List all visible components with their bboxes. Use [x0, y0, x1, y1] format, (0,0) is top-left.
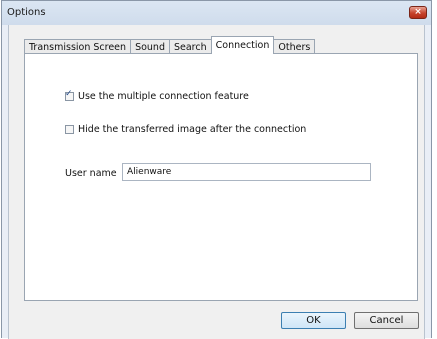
hide-image-label: Hide the transferred image after the con… [78, 124, 307, 135]
user-name-label: User name [65, 168, 117, 179]
multiple-connection-checkbox[interactable]: ✓ [65, 89, 74, 101]
close-icon: × [414, 7, 422, 17]
multiple-connection-label: Use the multiple connection feature [78, 91, 249, 102]
hide-image-checkbox[interactable] [65, 125, 74, 134]
checkmark-icon: ✓ [65, 89, 73, 99]
tab-search[interactable]: Search [168, 39, 212, 54]
tab-connection[interactable]: Connection [210, 36, 275, 54]
title-bar[interactable]: Options × [2, 1, 431, 25]
user-name-input[interactable]: Alienware [122, 163, 371, 181]
tab-strip: Transmission Screen Sound Search Connect… [24, 36, 316, 54]
cancel-button[interactable]: Cancel [354, 312, 419, 329]
ok-button[interactable]: OK [281, 312, 346, 329]
tab-sound[interactable]: Sound [130, 39, 170, 54]
hide-image-option[interactable]: Hide the transferred image after the con… [65, 124, 306, 135]
tab-transmission-screen[interactable]: Transmission Screen [24, 39, 132, 54]
window-title: Options [7, 7, 46, 18]
tab-others[interactable]: Others [273, 39, 316, 54]
multiple-connection-option[interactable]: ✓ Use the multiple connection feature [65, 89, 249, 102]
close-button[interactable]: × [409, 6, 427, 19]
